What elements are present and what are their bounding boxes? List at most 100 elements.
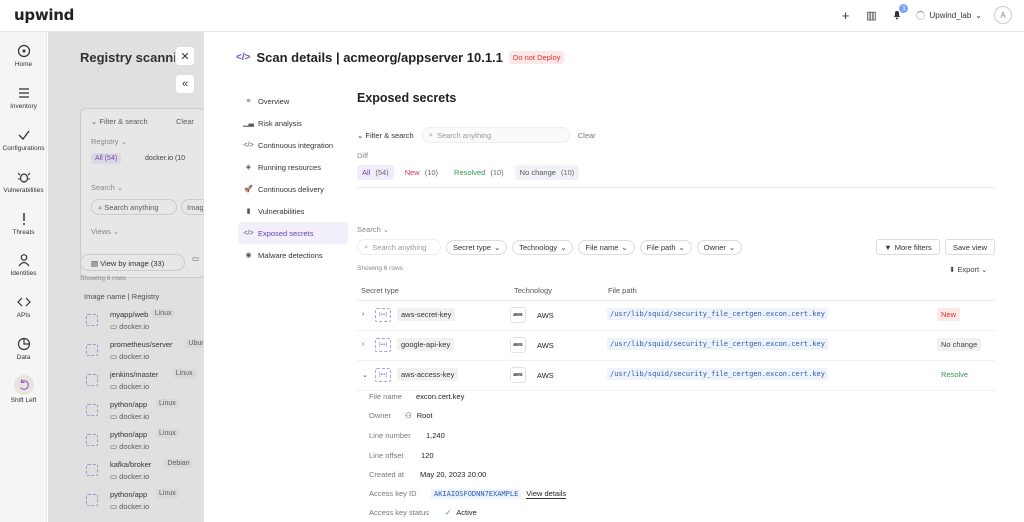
key-icon: [•••] <box>375 308 391 322</box>
collapse-button[interactable]: « <box>175 74 195 94</box>
file-path[interactable]: /usr/lib/squid/security_file_certgen.exc… <box>607 338 828 350</box>
nav-threats[interactable]: Threats <box>0 212 47 236</box>
panels-icon[interactable]: ▥ <box>864 8 878 22</box>
subnav-label: Risk analysis <box>258 118 302 128</box>
chevron-down-icon: ⌄ <box>678 242 685 252</box>
more-filters-button[interactable]: ▼ More filters <box>876 239 940 255</box>
nav-data[interactable]: Data <box>0 337 47 361</box>
nav-identities[interactable]: Identities <box>0 253 47 277</box>
subnav-label: Vulnerabilities <box>258 206 305 216</box>
avatar[interactable]: A <box>994 6 1012 24</box>
close-button[interactable]: ✕ <box>175 46 195 66</box>
subnav-item-vulnerabilities[interactable]: ▮ Vulnerabilities <box>238 200 348 222</box>
search-input[interactable]: ⌕ Search anything <box>421 127 570 143</box>
access-key-id-value: AKIAIOSFODNN7EXAMPLE View details <box>431 489 567 499</box>
section-title: Exposed secrets <box>357 91 457 105</box>
subnav-icon: </> <box>243 141 254 149</box>
aws-icon: aws <box>510 367 526 383</box>
diff-label: Diff <box>357 151 369 160</box>
filter-file-name[interactable]: File name ⌄ <box>578 239 635 255</box>
technology: AWS <box>537 311 554 320</box>
person-icon <box>18 254 29 267</box>
secret-type: aws-secret-key <box>397 308 456 321</box>
nav-apis[interactable]: APIs <box>0 295 47 319</box>
subnav-item-malware-detections[interactable]: ◉ Malware detections <box>238 244 348 266</box>
nav-label: Home <box>14 61 33 68</box>
undo-icon <box>19 379 29 390</box>
subnav-item-risk-analysis[interactable]: ▁▃ Risk analysis <box>238 112 348 134</box>
expand-chevron-icon[interactable]: › <box>362 341 364 348</box>
nav-home[interactable]: Home <box>0 44 47 68</box>
nav-label: Shift Left <box>10 397 37 404</box>
status-badge: Resolve <box>941 370 969 379</box>
check-icon: ✓ <box>445 508 452 517</box>
expand-chevron-icon[interactable]: ⌄ <box>362 371 368 379</box>
subnav-item-running-resources[interactable]: ◈ Running resources <box>238 156 348 178</box>
subnav-item-overview[interactable]: ≡ Overview <box>238 90 348 112</box>
filter-owner[interactable]: Owner ⌄ <box>696 239 743 255</box>
technology: AWS <box>537 371 554 380</box>
filter-secret-type[interactable]: Secret type ⌄ <box>446 239 508 255</box>
subnav-item-exposed-secrets[interactable]: </> Exposed secrets <box>238 222 348 244</box>
scan-details-drawer: </> Scan details | acmeorg/appserver 10.… <box>203 32 1024 522</box>
left-navigation: Home Inventory Configurations Vulnerabil… <box>0 32 47 522</box>
clear-button[interactable]: Clear <box>578 131 596 140</box>
notifications-icon[interactable]: 1 <box>890 4 909 22</box>
filter-label: File path <box>646 242 676 252</box>
subnav-item-continuous-integration[interactable]: </> Continuous integration <box>238 134 348 156</box>
line-number-value: 1,240 <box>426 431 445 440</box>
table-row[interactable]: › [•••] aws-secret-key aws AWS /usr/lib/… <box>357 301 995 331</box>
diff-pill-all[interactable]: All (54) <box>357 165 394 180</box>
filter-search-toggle[interactable]: ⌄ Filter & search <box>357 131 414 140</box>
view-details-link[interactable]: View details <box>526 489 567 499</box>
diff-pill-new[interactable]: New (10) <box>400 165 443 180</box>
file-path[interactable]: /usr/lib/squid/security_file_certgen.exc… <box>607 368 828 380</box>
search-anything-input[interactable]: ⌕ Search anything <box>357 239 441 255</box>
nav-inventory[interactable]: Inventory <box>0 86 47 110</box>
org-switcher[interactable]: Upwind_lab ⌄ <box>916 10 982 20</box>
chevron-down-icon: ⌄ <box>728 242 736 252</box>
secret-type: aws-access-key <box>397 368 459 381</box>
expand-chevron-icon[interactable]: › <box>362 311 364 318</box>
diff-pill-resolved[interactable]: Resolved (10) <box>449 165 509 180</box>
nav-vulnerabilities[interactable]: Vulnerabilities <box>0 170 47 194</box>
table-row[interactable]: ⌄ [•••] aws-access-key aws AWS /usr/lib/… <box>357 361 995 391</box>
subnav-label: Running resources <box>258 162 321 172</box>
export-button[interactable]: ⬍ Export ⌄ <box>949 265 987 274</box>
filter-label: Technology <box>519 242 558 252</box>
secret-type: google-api-key <box>397 338 455 351</box>
owner-label: Owner <box>369 411 392 420</box>
do-not-deploy-badge: Do not Deploy <box>508 51 565 64</box>
diff-pill-no-change[interactable]: No change (10) <box>514 165 580 180</box>
key-id[interactable]: AKIAIOSFODNN7EXAMPLE <box>431 489 522 499</box>
line-offset-value: 120 <box>421 451 434 460</box>
nav-label: Data <box>16 354 31 361</box>
details-subnav: ≡ Overview ▁▃ Risk analysis </> Continuous in… <box>238 90 348 266</box>
diff-label: No change <box>519 168 556 177</box>
nav-label: Inventory <box>10 103 37 110</box>
close-icon: ✕ <box>180 50 190 63</box>
divider <box>357 187 995 188</box>
nav-configurations[interactable]: Configurations <box>0 128 47 152</box>
drawer-title: </> Scan details | acmeorg/appserver 10.… <box>236 50 565 65</box>
drawer-title-text: Scan details | acmeorg/appserver 10.1.1 <box>256 50 503 65</box>
nav-label: Configurations <box>2 145 45 152</box>
subnav-icon: ▮ <box>246 208 251 215</box>
filter-file-path[interactable]: File path ⌄ <box>639 239 692 255</box>
owner-value: ⚇ Root <box>405 411 433 420</box>
filter-label: File name <box>585 242 619 252</box>
subnav-icon: ≡ <box>246 97 251 105</box>
chevron-down-icon: ⌄ <box>560 242 567 252</box>
filter-icon: ▼ <box>884 242 892 252</box>
save-view-button[interactable]: Save view <box>944 239 995 255</box>
upwind-logo[interactable]: upwind <box>14 6 74 24</box>
add-icon[interactable]: + <box>838 8 852 23</box>
table-row[interactable]: › [•••] google-api-key aws AWS /usr/lib/… <box>357 331 995 361</box>
file-path[interactable]: /usr/lib/squid/security_file_certgen.exc… <box>607 308 828 320</box>
nav-shift-left[interactable]: Shift Left <box>0 375 47 404</box>
filter-technology[interactable]: Technology ⌄ <box>512 239 574 255</box>
nav-label: Identities <box>10 270 37 277</box>
chevron-down-icon: ⌄ <box>975 10 982 20</box>
subnav-item-continuous-delivery[interactable]: 🚀 Continuous delivery <box>238 178 348 200</box>
chevron-down-icon: ⌄ <box>621 242 628 252</box>
